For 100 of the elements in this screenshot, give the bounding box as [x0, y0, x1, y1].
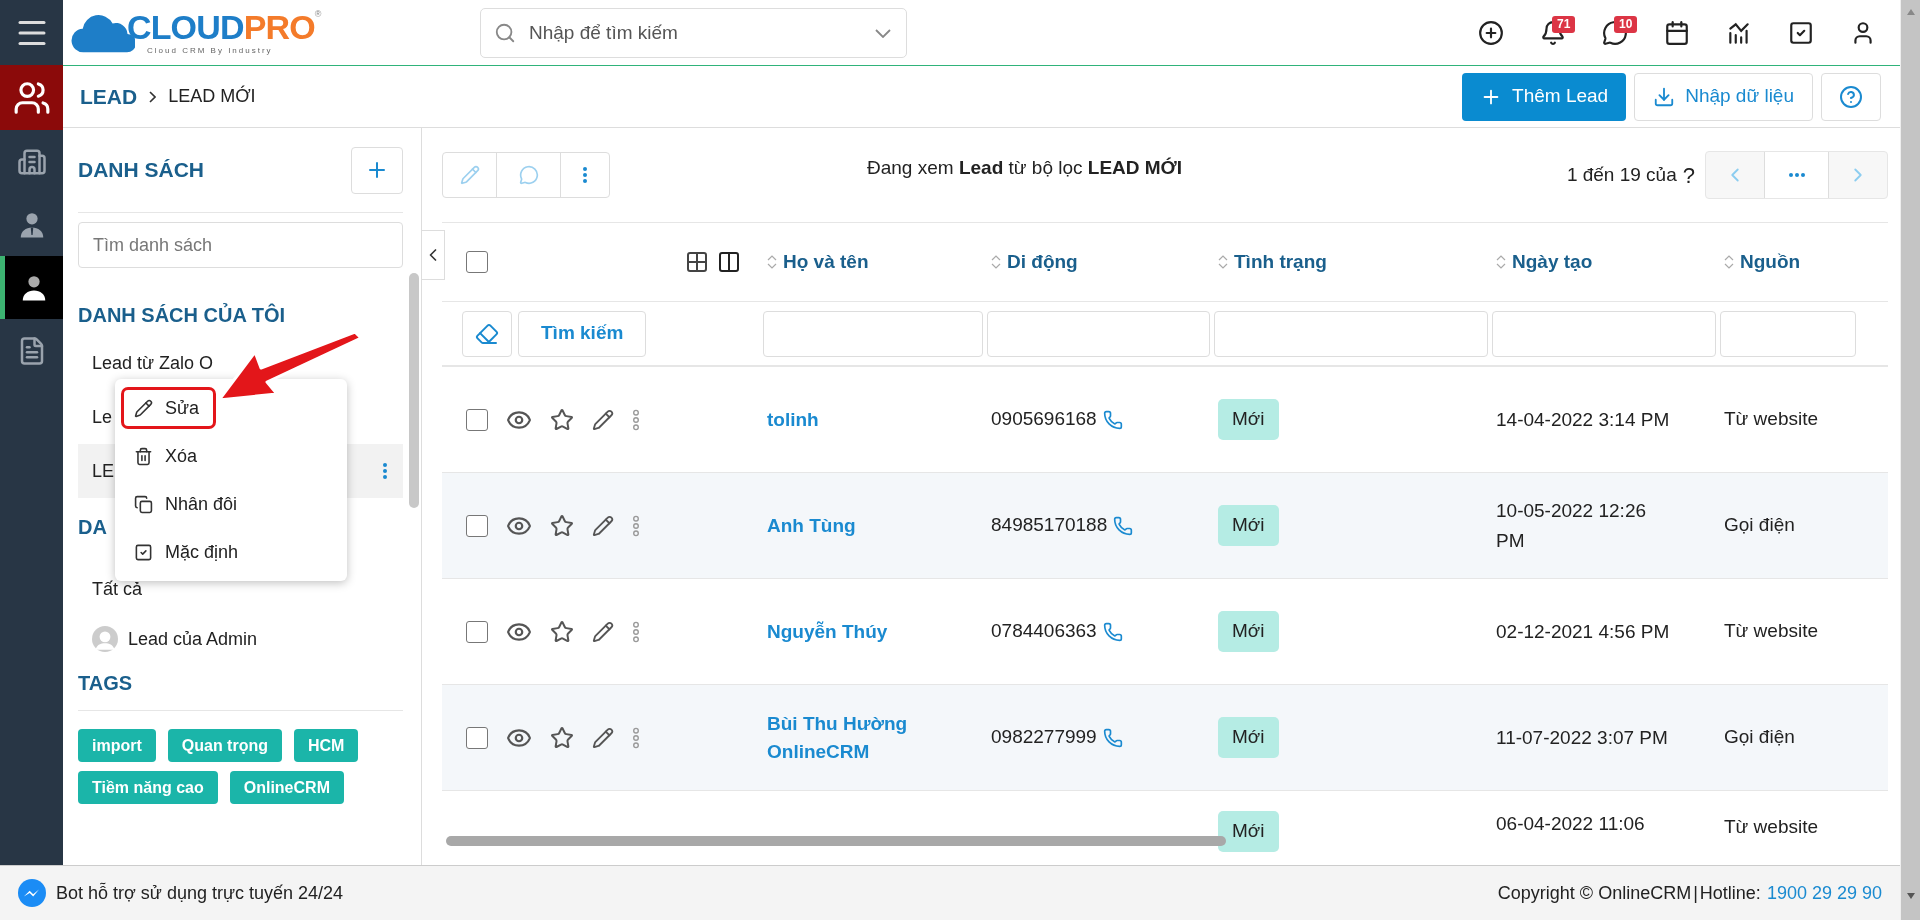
notification-badge: 10	[1614, 15, 1638, 33]
column-header[interactable]: Họ và tên	[767, 247, 991, 277]
search-button[interactable]: Tìm kiếm	[518, 310, 647, 357]
column-filter-field[interactable]	[1214, 310, 1488, 357]
row-checkbox[interactable]	[466, 408, 488, 431]
scroll-down-icon[interactable]	[1905, 892, 1916, 900]
phone-number: 0784406363	[991, 619, 1097, 644]
module-button[interactable]	[0, 65, 63, 130]
search-field[interactable]: Nhập để tìm kiếm	[480, 7, 907, 58]
lead-name-link[interactable]: Anh Tùng	[767, 511, 927, 540]
more-icon[interactable]	[632, 408, 640, 431]
task-icon	[1788, 19, 1814, 46]
pagination-total: ?	[1682, 161, 1695, 190]
logo-text: CLOUD	[127, 10, 244, 44]
support-bot-text[interactable]: Bot hỗ trợ sử dụng trực tuyến 24/24	[56, 879, 344, 907]
column-filter-field[interactable]	[763, 310, 983, 357]
lead-source: Gọi điện	[1724, 726, 1795, 748]
copyright-text: Copyright © OnlineCRM	[1497, 881, 1692, 905]
lead-name-link[interactable]: tolinh	[767, 405, 927, 434]
logo-text: PRO	[243, 10, 315, 44]
clear-filter-button[interactable]	[462, 310, 512, 357]
columns-icon	[717, 250, 741, 274]
star-icon[interactable]	[550, 725, 574, 750]
menu-item[interactable]: Mặc định	[121, 531, 252, 573]
select-all-checkbox[interactable]	[466, 251, 488, 273]
copy-icon	[134, 494, 153, 514]
view-title: Đang xem Lead từ bộ lọc LEAD MỚI	[867, 156, 1183, 180]
hotline-link[interactable]: 1900 29 29 90	[1766, 879, 1882, 907]
section-title: DA	[78, 515, 107, 540]
menu-item[interactable]: Nhân đôi	[121, 483, 251, 525]
scrollbar-thumb[interactable]	[409, 273, 419, 508]
list-search-field[interactable]: Tìm danh sách	[78, 222, 403, 268]
column-filter-field[interactable]	[1720, 310, 1856, 357]
avatar-icon	[92, 626, 118, 652]
import-button[interactable]: Nhập dữ liệu	[1634, 72, 1813, 121]
ellipsis-icon	[1788, 173, 1805, 177]
date-created: 02-12-2021 4:56 PM	[1496, 619, 1671, 644]
status-badge: Mới	[1218, 399, 1279, 440]
comment-icon	[518, 165, 539, 185]
column-filter-field[interactable]	[987, 310, 1210, 357]
lead-source: Từ website	[1724, 815, 1820, 839]
sort-icon	[767, 254, 777, 270]
add-lead-button[interactable]: Thêm Lead	[1462, 72, 1627, 121]
menu-item[interactable]: Xóa	[121, 435, 211, 477]
column-header[interactable]: Ngày tạo	[1496, 247, 1724, 277]
list-item[interactable]: Lead của Admin	[78, 618, 403, 660]
call-icon[interactable]	[1102, 621, 1123, 642]
add-list-button[interactable]	[351, 146, 403, 194]
pencil-icon[interactable]	[592, 620, 614, 643]
sort-icon	[1724, 254, 1734, 270]
date-created: 10-05-2022 12:26 PM	[1496, 498, 1647, 553]
phone-number: 0905696168	[991, 407, 1097, 432]
menu-item[interactable]: Sửa	[121, 387, 217, 429]
star-icon[interactable]	[550, 407, 574, 432]
status-badge: Mới	[1218, 811, 1279, 852]
header-icon-button[interactable]: 71	[1522, 7, 1584, 58]
call-icon[interactable]	[1102, 727, 1123, 748]
chevron-down-icon	[875, 28, 891, 38]
help-icon	[1839, 84, 1863, 109]
column-header[interactable]: Nguồn	[1724, 247, 1864, 277]
lead-source: Từ website	[1724, 620, 1819, 642]
rail-item[interactable]	[0, 256, 63, 319]
more-icon[interactable]	[632, 726, 640, 749]
more-icon[interactable]	[632, 514, 640, 537]
separator-text: |	[1693, 881, 1698, 905]
registered-mark: ®	[314, 10, 322, 19]
eraser-icon	[475, 321, 499, 346]
page-scrollbar[interactable]	[1900, 0, 1920, 920]
more-icon[interactable]	[632, 620, 640, 643]
phone-number: 84985170188	[991, 513, 1108, 538]
pencil-icon[interactable]	[592, 726, 614, 749]
lead-name-link[interactable]: Nguyễn Thúy	[767, 617, 927, 646]
hotline-label: Hotline:	[1699, 881, 1761, 905]
pencil-icon	[134, 398, 153, 418]
more-icon	[583, 167, 587, 183]
date-created: 06-04-2022 11:06	[1496, 812, 1646, 836]
lead-source: Từ website	[1724, 408, 1819, 430]
row-checkbox[interactable]	[466, 620, 488, 643]
row-checkbox[interactable]	[466, 514, 488, 537]
header-icon-button[interactable]: 10	[1584, 7, 1646, 58]
row-checkbox[interactable]	[466, 726, 488, 749]
status-badge: Mới	[1218, 505, 1279, 546]
call-icon[interactable]	[1102, 409, 1123, 430]
horizontal-scrollbar[interactable]	[446, 836, 1226, 846]
lead-name-link[interactable]: Bùi Thu Hường OnlineCRM	[767, 709, 927, 766]
more-icon	[383, 463, 387, 479]
help-button[interactable]	[1821, 72, 1881, 121]
section-title: DANH SÁCH CỦA TÔI	[78, 302, 287, 328]
breadcrumb-link[interactable]: LEAD	[80, 80, 138, 113]
column-filter-field[interactable]	[1492, 310, 1716, 357]
pencil-icon[interactable]	[592, 408, 614, 431]
breadcrumb-separator-icon	[149, 90, 157, 103]
star-icon[interactable]	[550, 619, 574, 644]
pencil-icon[interactable]	[592, 514, 614, 537]
calendar-icon	[1664, 19, 1690, 46]
column-header[interactable]: Di động	[991, 247, 1218, 277]
call-icon[interactable]	[1113, 515, 1134, 536]
column-header[interactable]: Tình trạng	[1218, 247, 1496, 277]
star-icon[interactable]	[550, 513, 574, 538]
trash-icon	[134, 446, 153, 466]
